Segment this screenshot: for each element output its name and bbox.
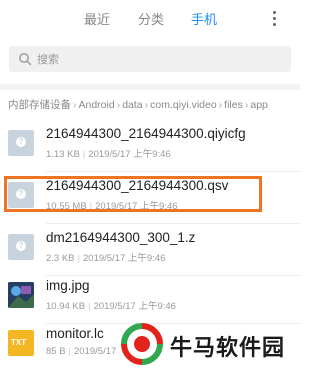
file-name: monitor.lc	[46, 326, 104, 341]
file-meta: 1.13 KB | 2019/5/17 上午9:46	[46, 149, 171, 160]
more-options-icon[interactable]	[268, 8, 282, 28]
file-date: 2019/5/17 上午9:46	[93, 301, 176, 312]
file-meta: 85 B | 2019/5/17	[46, 346, 117, 357]
file-name: img.jpg	[46, 278, 90, 293]
top-tab-bar: 最近 分类 手机	[0, 0, 300, 38]
breadcrumb-android[interactable]: Android	[79, 99, 115, 111]
search-bar[interactable]	[9, 46, 291, 72]
breadcrumb-separator: ›	[244, 99, 249, 111]
file-meta: 2.3 KB | 2019/5/17 上午9:46	[46, 253, 166, 264]
file-list-item[interactable]: img.jpg 10.94 KB | 2019/5/17 上午9:46	[0, 276, 300, 324]
file-size: 85 B	[46, 346, 66, 357]
file-date: 2019/5/17	[74, 346, 117, 357]
tab-recent[interactable]: 最近	[84, 9, 110, 28]
breadcrumb: 内部存储设备 › Android › data › com.qiyi.video › files…	[8, 97, 300, 111]
tab-category[interactable]: 分类	[138, 9, 164, 28]
breadcrumb-files[interactable]: files	[224, 99, 243, 111]
file-size: 10.94 KB	[46, 301, 86, 312]
search-input[interactable]	[35, 48, 289, 72]
unknown-file-icon: ?	[8, 234, 34, 260]
breadcrumb-separator: ›	[218, 99, 223, 111]
section-divider	[0, 84, 300, 90]
txt-icon-label: TXT	[11, 338, 27, 347]
row-divider	[46, 171, 300, 172]
row-divider	[46, 223, 300, 224]
file-name: 2164944300_2164944300.qiyicfg	[46, 126, 246, 141]
breadcrumb-data[interactable]: data	[122, 99, 142, 111]
txt-file-icon: TXT	[8, 330, 34, 356]
unknown-file-icon: ?	[8, 130, 34, 156]
tab-phone[interactable]: 手机	[191, 9, 217, 28]
breadcrumb-app[interactable]: app	[250, 99, 268, 111]
file-list-item[interactable]: ? dm2164944300_300_1.z 2.3 KB | 2019/5/17 …	[0, 228, 300, 276]
file-meta: 10.94 KB | 2019/5/17 上午9:46	[46, 301, 176, 312]
watermark: 牛马软件园	[116, 318, 300, 370]
file-date: 2019/5/17 上午9:46	[88, 149, 171, 160]
watermark-text: 牛马软件园	[170, 335, 286, 360]
file-name: dm2164944300_300_1.z	[46, 230, 196, 245]
breadcrumb-separator: ›	[116, 99, 121, 111]
breadcrumb-separator: ›	[144, 99, 149, 111]
breadcrumb-com-qiyi-video[interactable]: com.qiyi.video	[150, 99, 217, 111]
highlight-annotation-box	[4, 176, 262, 212]
breadcrumb-separator: ›	[73, 99, 77, 111]
watermark-logo-icon	[121, 323, 163, 365]
breadcrumb-internal-storage[interactable]: 内部存储设备	[8, 99, 71, 111]
file-list-item[interactable]: ? 2164944300_2164944300.qiyicfg 1.13 KB |…	[0, 124, 300, 172]
search-icon	[19, 53, 32, 66]
file-date: 2019/5/17 上午9:46	[83, 253, 166, 264]
file-size: 2.3 KB	[46, 253, 75, 264]
image-thumbnail-icon	[8, 282, 34, 308]
file-size: 1.13 KB	[46, 149, 80, 160]
